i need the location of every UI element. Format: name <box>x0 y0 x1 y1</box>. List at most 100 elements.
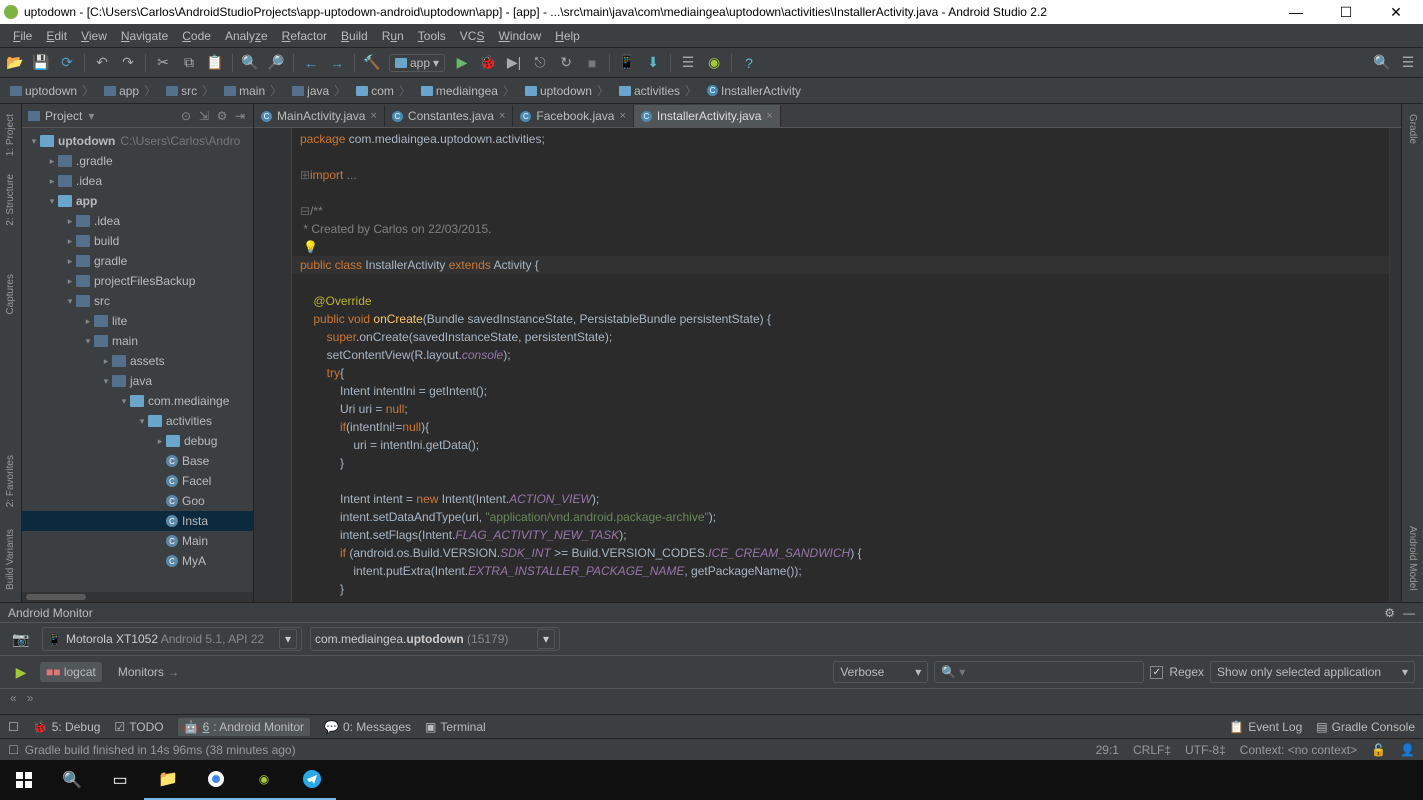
editor-stripe[interactable] <box>1389 128 1401 602</box>
regex-checkbox[interactable]: ✓ <box>1150 666 1163 679</box>
monitors-tab[interactable]: Monitors → <box>112 662 185 682</box>
tree-src[interactable]: ▾src <box>22 291 253 311</box>
tree-MyA[interactable]: CMyA <box>22 551 253 571</box>
tree-java[interactable]: ▾java <box>22 371 253 391</box>
tree-gradle[interactable]: ▸gradle <box>22 251 253 271</box>
tab-gradle-console[interactable]: ▤ Gradle Console <box>1316 720 1415 734</box>
lock-icon[interactable]: 🔓 <box>1371 743 1386 757</box>
chrome-icon[interactable] <box>192 760 240 800</box>
menu-window[interactable]: Window <box>491 27 548 45</box>
sdk-icon[interactable]: ⬇ <box>644 54 662 72</box>
tab-event-log[interactable]: 📋 Event Log <box>1229 720 1302 734</box>
search-everywhere-icon[interactable]: 🔍 <box>1373 54 1391 72</box>
context-label[interactable]: Context: <no context> <box>1240 743 1357 757</box>
close-tab-icon[interactable]: × <box>619 110 625 122</box>
close-tab-icon[interactable]: × <box>499 110 505 122</box>
breadcrumb-java[interactable]: java <box>288 80 350 101</box>
android-icon[interactable]: ◉ <box>705 54 723 72</box>
process-selector[interactable]: com.mediaingea.uptodown (15179) ▾ <box>310 627 560 651</box>
tree-Insta[interactable]: CInsta <box>22 511 253 531</box>
menu-navigate[interactable]: Navigate <box>114 27 175 45</box>
minimize-button[interactable]: — <box>1281 4 1311 21</box>
breadcrumb-main[interactable]: main <box>220 80 286 101</box>
device-selector[interactable]: 📱 Motorola XT1052 Android 5.1, API 22 ▾ <box>42 627 302 651</box>
menu-vcs[interactable]: VCS <box>453 27 492 45</box>
sidebar-scrollbar[interactable] <box>22 592 253 602</box>
menu-file[interactable]: File <box>6 27 39 45</box>
telegram-icon[interactable] <box>288 760 336 800</box>
caret-position[interactable]: 29:1 <box>1096 743 1119 757</box>
breadcrumb-mediaingea[interactable]: mediaingea <box>417 80 519 101</box>
tool-structure[interactable]: 2: Structure <box>5 170 16 230</box>
menu-refactor[interactable]: Refactor <box>275 27 334 45</box>
tree-lite[interactable]: ▸lite <box>22 311 253 331</box>
copy-icon[interactable]: ⧉ <box>180 54 198 72</box>
explorer-icon[interactable]: 📁 <box>144 760 192 800</box>
tab-todo[interactable]: ☑ TODO <box>114 720 163 734</box>
breadcrumb-InstallerActivity[interactable]: CInstallerActivity <box>703 82 810 100</box>
task-view-icon[interactable]: ▭ <box>96 760 144 800</box>
menu-code[interactable]: Code <box>175 27 218 45</box>
tree-uptodown[interactable]: ▾uptodownC:\Users\Carlos\Andro <box>22 131 253 151</box>
menu-tools[interactable]: Tools <box>411 27 453 45</box>
tree-build[interactable]: ▸build <box>22 231 253 251</box>
profile-icon[interactable]: ▶| <box>505 54 523 72</box>
tree-.idea[interactable]: ▸.idea <box>22 211 253 231</box>
status-icon[interactable]: ☐ <box>8 743 19 757</box>
tab-terminal[interactable]: ▣ Terminal <box>425 720 486 734</box>
tab-android-monitor[interactable]: 🤖 6: Android Monitor <box>178 718 310 736</box>
tab-Constantes.java[interactable]: CConstantes.java× <box>385 105 514 127</box>
tree-Facel[interactable]: CFacel <box>22 471 253 491</box>
save-icon[interactable]: 💾 <box>32 54 50 72</box>
maximize-button[interactable]: ☐ <box>1331 4 1361 21</box>
breadcrumb-app[interactable]: app <box>100 80 160 101</box>
log-search-input[interactable]: 🔍▾ <box>934 661 1144 683</box>
chevron-down-icon[interactable]: ▾ <box>537 629 555 649</box>
tab-messages[interactable]: 💬 0: Messages <box>324 720 411 734</box>
scroll-target-icon[interactable]: ⊙ <box>179 109 193 123</box>
prev-log-icon[interactable]: « <box>10 691 17 705</box>
undo-icon[interactable]: ↶ <box>93 54 111 72</box>
cut-icon[interactable]: ✂ <box>154 54 172 72</box>
logcat-tab[interactable]: ■■ logcat <box>40 662 102 682</box>
tree-main[interactable]: ▾main <box>22 331 253 351</box>
tool-android-model[interactable]: Android Model <box>1407 522 1418 594</box>
redo-icon[interactable]: ↷ <box>119 54 137 72</box>
make-icon[interactable]: 🔨 <box>363 54 381 72</box>
record-icon[interactable]: ▶ <box>12 663 30 681</box>
breadcrumb-uptodown[interactable]: uptodown <box>6 80 98 101</box>
file-encoding[interactable]: UTF-8‡ <box>1185 743 1226 757</box>
tree-activities[interactable]: ▾activities <box>22 411 253 431</box>
paste-icon[interactable]: 📋 <box>206 54 224 72</box>
hide-icon[interactable]: ⇥ <box>233 109 247 123</box>
collapse-icon[interactable]: ⇲ <box>197 109 211 123</box>
help-icon[interactable]: ? <box>740 54 758 72</box>
tool-favorites[interactable]: 2: Favorites <box>5 451 16 511</box>
tree-Goo[interactable]: CGoo <box>22 491 253 511</box>
search-icon[interactable]: 🔍 <box>48 760 96 800</box>
breadcrumb-activities[interactable]: activities <box>615 80 701 101</box>
menu-analyze[interactable]: Analyze <box>218 27 275 45</box>
panel-hide-icon[interactable]: — <box>1403 606 1415 620</box>
stop-icon[interactable]: ■ <box>583 54 601 72</box>
close-tab-icon[interactable]: × <box>766 110 772 122</box>
gear-icon[interactable]: ⚙ <box>215 109 229 123</box>
close-tab-icon[interactable]: × <box>370 110 376 122</box>
start-button[interactable] <box>0 760 48 800</box>
tab-debug[interactable]: 🐞 5: Debug <box>33 720 101 734</box>
close-button[interactable]: ✕ <box>1381 4 1411 21</box>
breadcrumb-src[interactable]: src <box>162 80 218 101</box>
back-icon[interactable]: ← <box>302 54 320 72</box>
tree-app[interactable]: ▾app <box>22 191 253 211</box>
breadcrumb-uptodown[interactable]: uptodown <box>521 80 613 101</box>
menu-run[interactable]: Run <box>375 27 411 45</box>
structure-icon[interactable]: ☰ <box>679 54 697 72</box>
panel-gear-icon[interactable]: ⚙ <box>1384 606 1395 620</box>
tab-InstallerActivity.java[interactable]: CInstallerActivity.java× <box>634 105 781 127</box>
run-icon[interactable]: ▶ <box>453 54 471 72</box>
tree-com.mediainge[interactable]: ▾com.mediainge <box>22 391 253 411</box>
tool-build-variants[interactable]: Build Variants <box>5 525 16 594</box>
tree-.gradle[interactable]: ▸.gradle <box>22 151 253 171</box>
breadcrumb-com[interactable]: com <box>352 80 415 101</box>
avd-icon[interactable]: 📱 <box>618 54 636 72</box>
